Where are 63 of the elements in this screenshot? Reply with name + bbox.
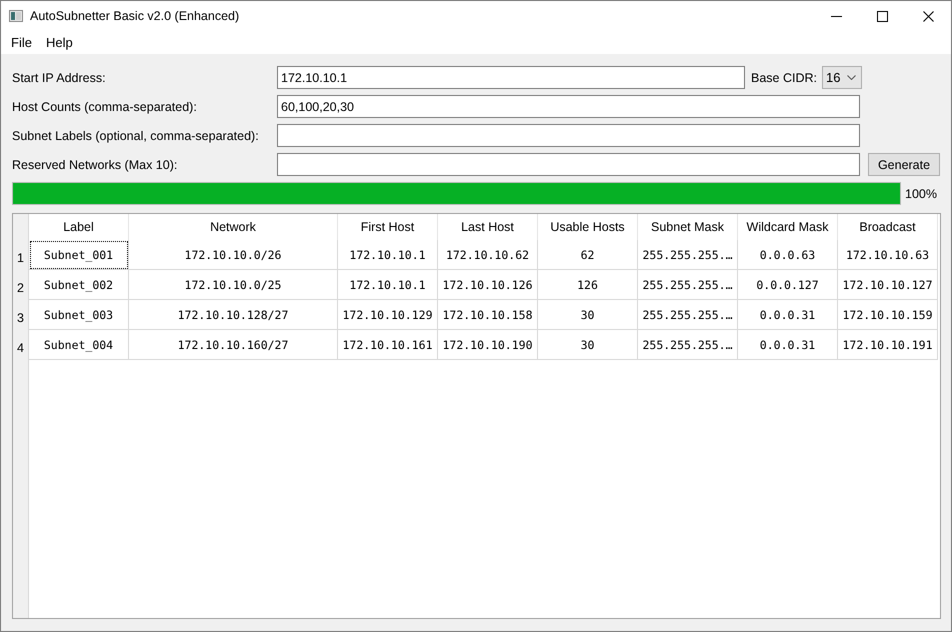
table-cell: 255.255.255.… xyxy=(638,240,738,270)
input-field[interactable] xyxy=(277,153,860,176)
table-cell: Subnet_004 xyxy=(29,330,129,360)
generate-button[interactable]: Generate xyxy=(868,153,940,176)
progress-reading: 100% xyxy=(905,186,937,200)
table-cell: Subnet_002 xyxy=(29,270,129,300)
table-cell: 172.10.10.126 xyxy=(438,270,538,300)
field-label: Reserved Networks (Max 10): xyxy=(12,158,178,172)
row-number: 4 xyxy=(16,340,25,357)
table-cell: 172.10.10.128/27 xyxy=(129,300,338,330)
chevron-icon xyxy=(847,75,856,80)
row-number: 1 xyxy=(16,250,25,267)
table-cell: 62 xyxy=(538,240,638,270)
table-cell: 172.10.10.1 xyxy=(338,240,438,270)
column-header[interactable]: Usable Hosts xyxy=(538,214,638,240)
table-cell: 172.10.10.0/26 xyxy=(129,240,338,270)
table-cell: 172.10.10.63 xyxy=(838,240,938,270)
table-cell: 0.0.0.63 xyxy=(738,240,838,270)
table-cell: Subnet_001 xyxy=(29,240,129,270)
table-cell: Subnet_003 xyxy=(29,300,129,330)
field-label: Subnet Labels (optional, comma-separated): xyxy=(12,128,260,142)
table-cell: 172.10.10.129 xyxy=(338,300,438,330)
table-cell: 172.10.10.160/27 xyxy=(129,330,338,360)
table-cell: 0.0.0.127 xyxy=(738,270,838,300)
menu-item[interactable]: File xyxy=(4,35,39,50)
field-label: Start IP Address: xyxy=(12,70,107,84)
table-cell: 172.10.10.161 xyxy=(338,330,438,360)
table-cell: 172.10.10.0/25 xyxy=(129,270,338,300)
column-header[interactable]: Last Host xyxy=(438,214,538,240)
maximize-icon[interactable] xyxy=(876,10,888,22)
table-cell: 172.10.10.191 xyxy=(838,330,938,360)
menu-item[interactable]: Help xyxy=(38,35,80,50)
table-cell: 255.255.255.… xyxy=(638,270,738,300)
table-cell: 172.10.10.158 xyxy=(438,300,538,330)
column-header[interactable]: Broadcast xyxy=(838,214,938,240)
table-cell: 0.0.0.31 xyxy=(738,330,838,360)
input-field[interactable]: 60,100,20,30 xyxy=(277,95,860,118)
field-label: Host Counts (comma-separated): xyxy=(12,100,198,114)
table-cell: 0.0.0.31 xyxy=(738,300,838,330)
column-header[interactable]: Wildcard Mask xyxy=(738,214,838,240)
table-cell: 126 xyxy=(538,270,638,300)
column-header[interactable]: Label xyxy=(29,214,129,240)
column-header[interactable]: Network xyxy=(129,214,338,240)
table-cell: 255.255.255.… xyxy=(638,300,738,330)
input-field[interactable] xyxy=(277,124,860,147)
table-cell: 172.10.10.159 xyxy=(838,300,938,330)
input-field[interactable]: 172.10.10.1 xyxy=(277,66,745,89)
field-label: Base CIDR: xyxy=(751,70,817,84)
table-cell: 255.255.255.… xyxy=(638,330,738,360)
table-cell: 30 xyxy=(538,300,638,330)
table-cell: 172.10.10.127 xyxy=(838,270,938,300)
table-cell: 172.10.10.190 xyxy=(438,330,538,360)
row-number: 2 xyxy=(16,280,25,297)
table-cell: 30 xyxy=(538,330,638,360)
close-icon[interactable] xyxy=(922,10,934,22)
table-cell: 172.10.10.1 xyxy=(338,270,438,300)
row-number: 3 xyxy=(16,310,25,327)
app-icon xyxy=(9,10,23,22)
column-header[interactable]: First Host xyxy=(338,214,438,240)
cidr-dropdown[interactable]: 16 xyxy=(822,66,862,89)
table-cell: 172.10.10.62 xyxy=(438,240,538,270)
column-header[interactable]: Subnet Mask xyxy=(638,214,738,240)
window-title: AutoSubnetter Basic v2.0 (Enhanced) xyxy=(30,9,240,23)
